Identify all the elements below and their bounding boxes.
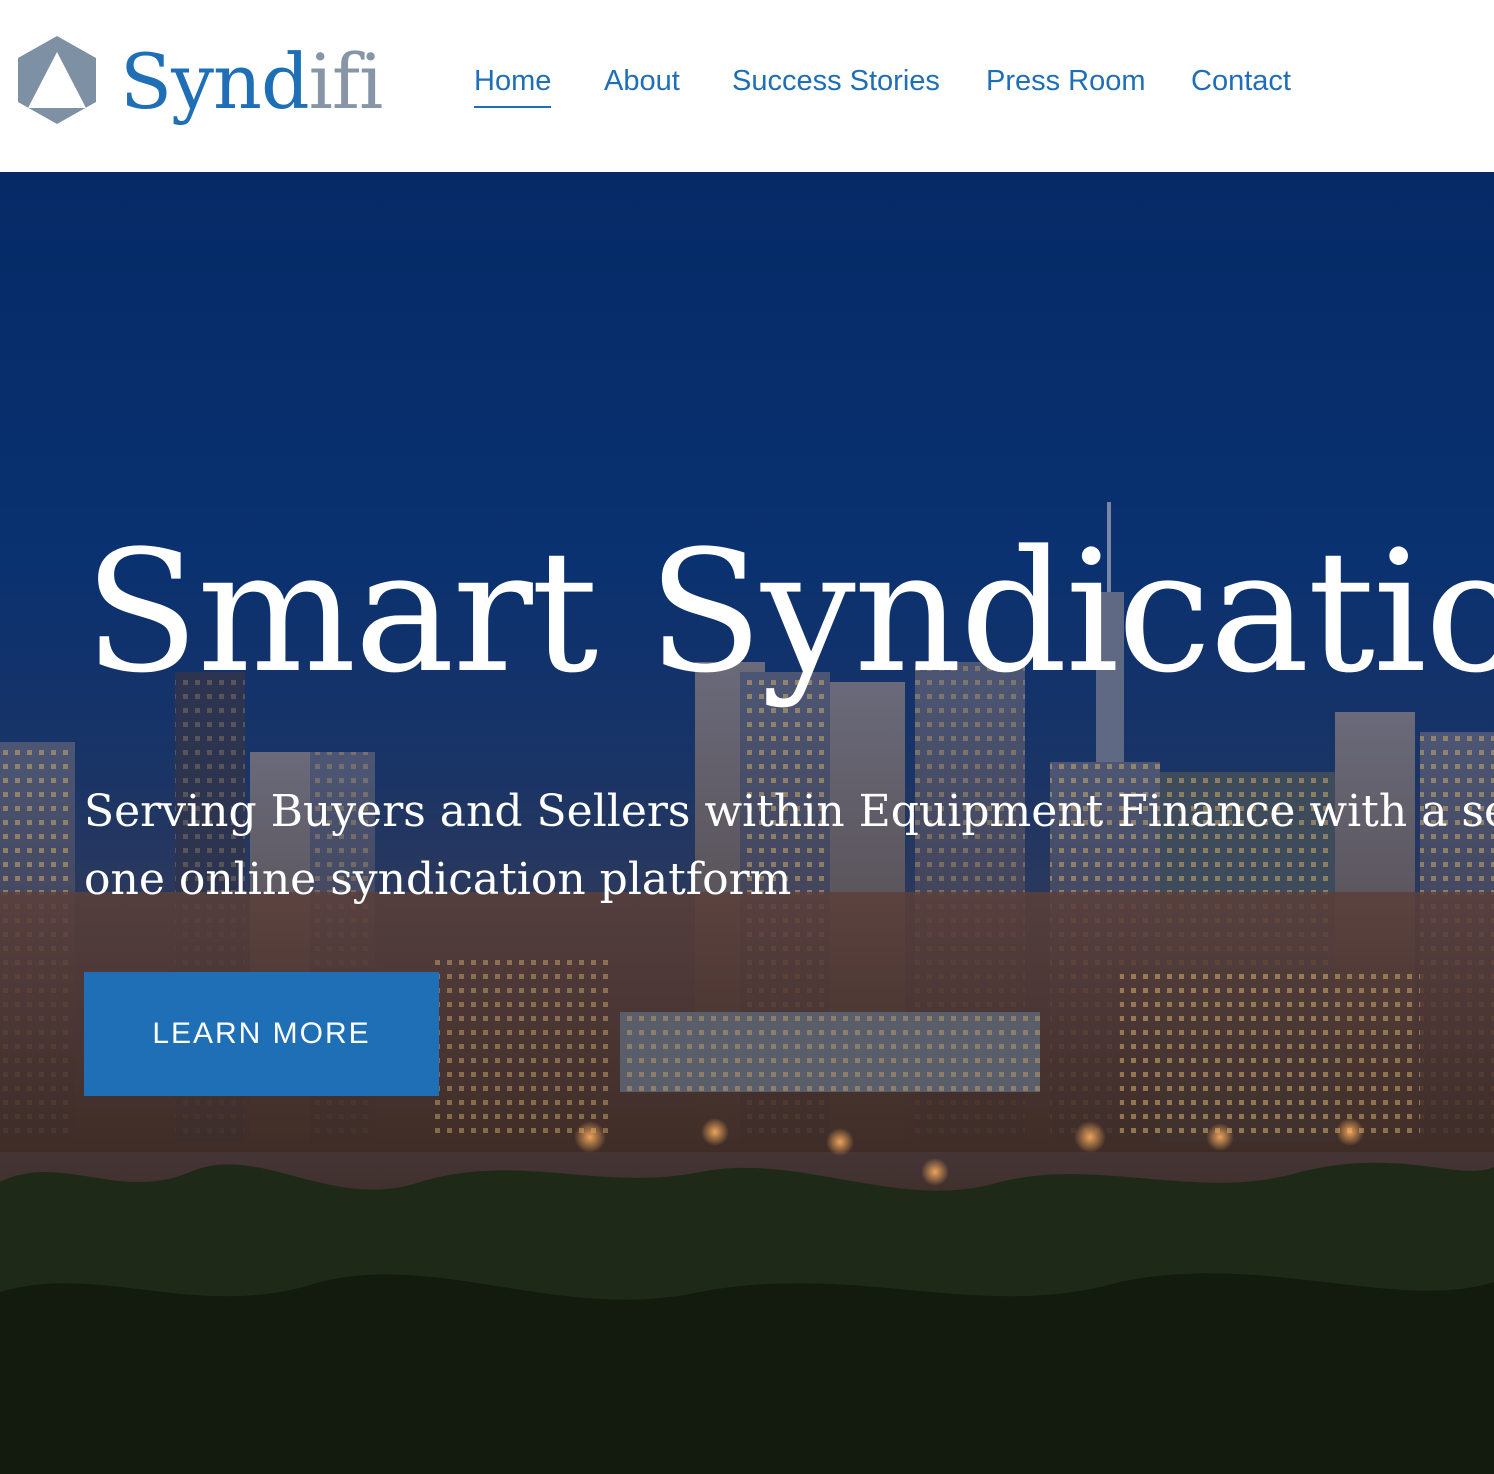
hero-subtitle-line2: one online syndication platform: [84, 854, 792, 905]
hero-title: Smart Syndication: [84, 514, 1494, 710]
nav-about[interactable]: About: [604, 62, 680, 100]
hexagon-triangle-logo-icon: [18, 36, 96, 124]
hero-subtitle: Serving Buyers and Sellers within Equipm…: [84, 778, 1494, 914]
hero-section: Smart Syndication Serving Buyers and Sel…: [0, 172, 1494, 1474]
logo-wordmark-part1: Synd: [120, 37, 310, 126]
site-header: Syndifi Home About Success Stories Press…: [0, 0, 1494, 172]
nav-home[interactable]: Home: [474, 62, 552, 108]
logo-wordmark-part2: ifi: [308, 37, 384, 126]
nav-press-room[interactable]: Press Room: [986, 62, 1146, 100]
learn-more-button[interactable]: LEARN MORE: [84, 972, 439, 1096]
nav-success-stories[interactable]: Success Stories: [732, 62, 940, 100]
nav-contact[interactable]: Contact: [1191, 62, 1291, 100]
logo-wordmark: Syndifi: [120, 36, 384, 128]
hero-subtitle-line1: Serving Buyers and Sellers within Equipm…: [84, 786, 1494, 837]
